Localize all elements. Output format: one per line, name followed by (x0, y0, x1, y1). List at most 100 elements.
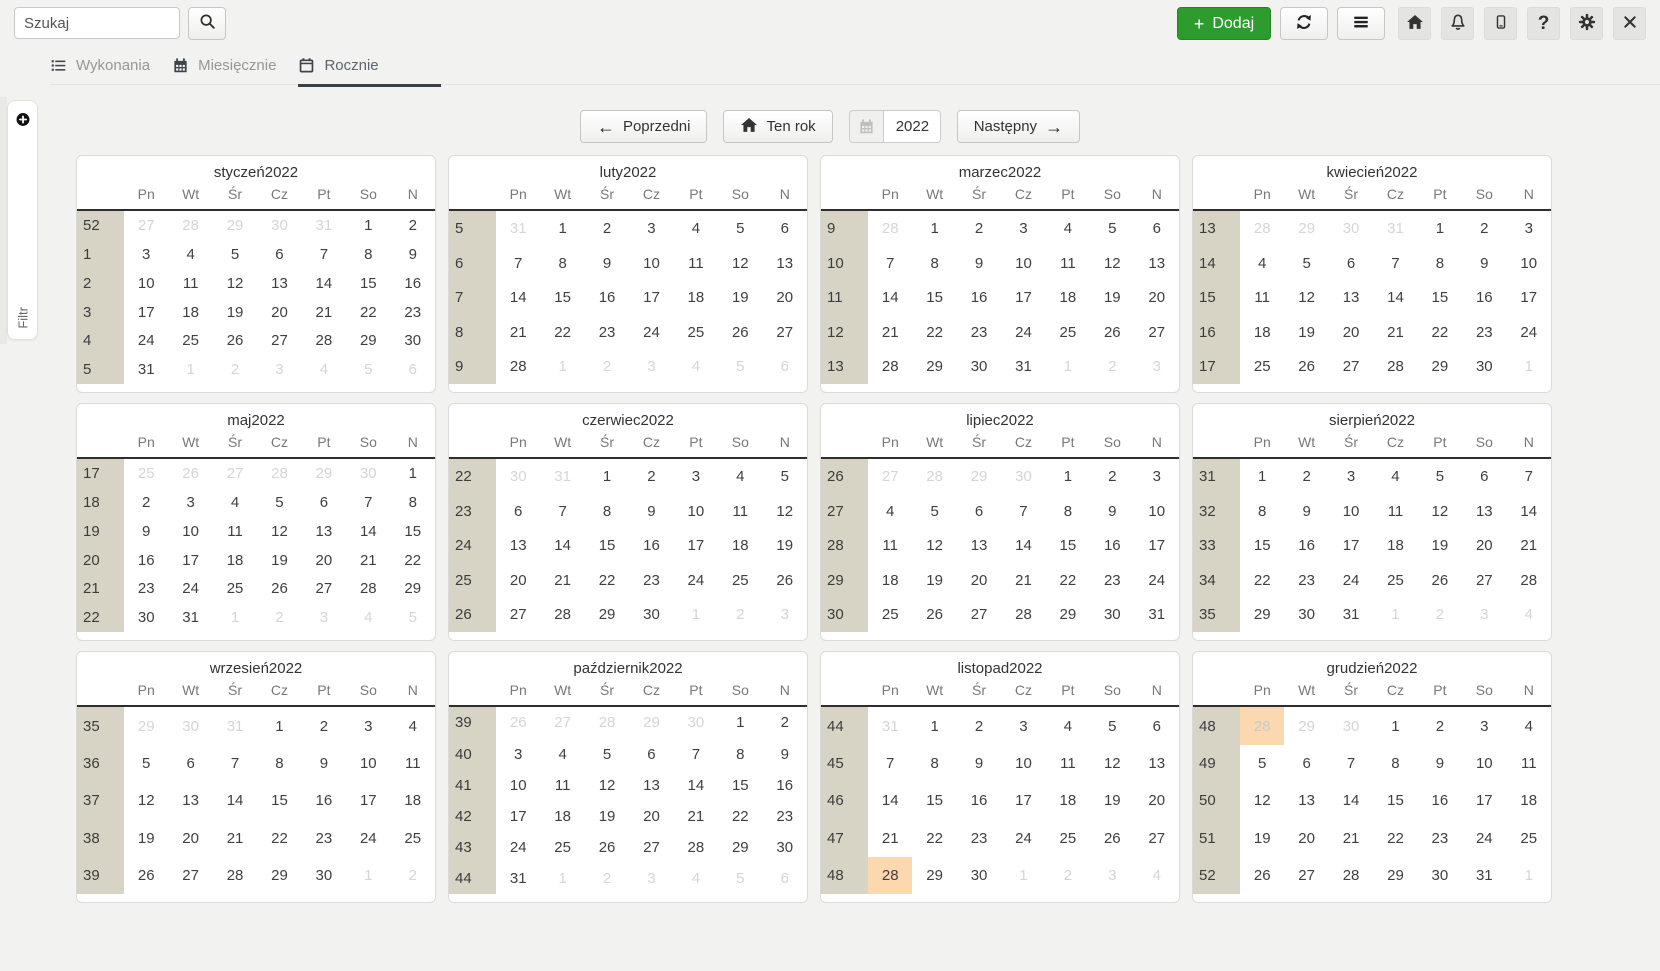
day-cell[interactable]: 14 (540, 529, 584, 563)
day-cell[interactable]: 20 (1284, 820, 1328, 857)
day-cell[interactable]: 28 (868, 350, 912, 384)
day-cell[interactable]: 19 (912, 563, 956, 597)
day-cell[interactable]: 31 (496, 210, 540, 246)
day-cell[interactable]: 18 (1507, 782, 1551, 819)
day-cell[interactable]: 14 (1001, 529, 1045, 563)
day-cell[interactable]: 5 (213, 240, 257, 269)
day-cell[interactable]: 19 (1284, 315, 1328, 349)
day-cell[interactable]: 6 (257, 240, 301, 269)
day-cell[interactable]: 24 (1001, 315, 1045, 349)
day-cell[interactable]: 1 (1046, 350, 1090, 384)
day-cell[interactable]: 30 (1090, 598, 1134, 632)
day-cell[interactable]: 2 (629, 458, 673, 494)
day-cell[interactable]: 20 (1462, 529, 1506, 563)
day-cell[interactable]: 6 (1135, 706, 1179, 745)
day-cell[interactable]: 29 (1284, 706, 1328, 745)
day-cell[interactable]: 24 (1462, 820, 1506, 857)
day-cell[interactable]: 30 (957, 857, 1001, 894)
day-cell[interactable]: 13 (168, 782, 212, 819)
day-cell[interactable]: 23 (957, 820, 1001, 857)
day-cell[interactable]: 8 (540, 246, 584, 280)
day-cell[interactable]: 16 (1418, 782, 1462, 819)
day-cell[interactable]: 21 (1329, 820, 1373, 857)
search-button[interactable] (188, 7, 226, 40)
day-cell[interactable]: 31 (1373, 210, 1417, 246)
day-cell[interactable]: 29 (391, 574, 435, 603)
day-cell[interactable]: 29 (718, 832, 762, 863)
day-cell[interactable]: 4 (1046, 210, 1090, 246)
day-cell[interactable]: 5 (1090, 210, 1134, 246)
day-cell[interactable]: 24 (1135, 563, 1179, 597)
day-cell[interactable]: 22 (912, 315, 956, 349)
day-cell[interactable]: 1 (1507, 350, 1551, 384)
day-cell[interactable]: 3 (1507, 210, 1551, 246)
day-cell[interactable]: 31 (1135, 598, 1179, 632)
day-cell[interactable]: 10 (124, 269, 168, 298)
day-cell[interactable]: 28 (1329, 857, 1373, 894)
day-cell[interactable]: 2 (763, 706, 807, 739)
day-cell[interactable]: 25 (124, 458, 168, 488)
day-cell[interactable]: 9 (1284, 494, 1328, 528)
help-button[interactable]: ? (1527, 7, 1560, 40)
day-cell[interactable]: 18 (1240, 315, 1284, 349)
day-cell[interactable]: 10 (496, 770, 540, 801)
day-cell[interactable]: 30 (257, 210, 301, 240)
day-cell[interactable]: 7 (540, 494, 584, 528)
day-cell[interactable]: 4 (1507, 598, 1551, 632)
day-cell[interactable]: 3 (629, 210, 673, 246)
day-cell[interactable]: 25 (1507, 820, 1551, 857)
day-cell[interactable]: 1 (1001, 857, 1045, 894)
day-cell[interactable]: 2 (585, 863, 629, 894)
day-cell[interactable]: 10 (1507, 246, 1551, 280)
day-cell[interactable]: 2 (1284, 458, 1328, 494)
day-cell[interactable]: 4 (868, 494, 912, 528)
day-cell[interactable]: 19 (1240, 820, 1284, 857)
day-cell[interactable]: 3 (1001, 706, 1045, 745)
day-cell[interactable]: 24 (1001, 820, 1045, 857)
day-cell[interactable]: 2 (585, 350, 629, 384)
day-cell[interactable]: 23 (629, 563, 673, 597)
day-cell[interactable]: 2 (1090, 458, 1134, 494)
day-cell[interactable]: 15 (912, 782, 956, 819)
day-cell[interactable]: 15 (346, 269, 390, 298)
day-cell[interactable]: 7 (674, 739, 718, 770)
day-cell[interactable]: 16 (585, 281, 629, 315)
day-cell[interactable]: 22 (1418, 315, 1462, 349)
day-cell[interactable]: 22 (346, 298, 390, 327)
day-cell[interactable]: 30 (1001, 458, 1045, 494)
day-cell[interactable]: 26 (1240, 857, 1284, 894)
day-cell[interactable]: 6 (763, 350, 807, 384)
day-cell[interactable]: 30 (168, 706, 212, 745)
day-cell[interactable]: 27 (496, 598, 540, 632)
day-cell[interactable]: 6 (302, 488, 346, 517)
day-cell[interactable]: 4 (1240, 246, 1284, 280)
previous-year-button[interactable]: ← Poprzedni (580, 110, 708, 143)
day-cell[interactable]: 17 (168, 546, 212, 575)
day-cell[interactable]: 3 (257, 355, 301, 384)
mobile-button[interactable] (1484, 7, 1517, 40)
day-cell[interactable]: 28 (257, 458, 301, 488)
day-cell[interactable]: 1 (1046, 458, 1090, 494)
day-cell[interactable]: 10 (1001, 745, 1045, 782)
day-cell[interactable]: 31 (868, 706, 912, 745)
day-cell[interactable]: 19 (1090, 782, 1134, 819)
day-cell[interactable]: 28 (912, 458, 956, 494)
day-cell[interactable]: 7 (1373, 246, 1417, 280)
day-cell[interactable]: 9 (302, 745, 346, 782)
day-cell[interactable]: 29 (1418, 350, 1462, 384)
day-cell[interactable]: 21 (302, 298, 346, 327)
day-cell[interactable]: 17 (1135, 529, 1179, 563)
day-cell[interactable]: 29 (629, 706, 673, 739)
day-cell[interactable]: 30 (1329, 210, 1373, 246)
day-cell[interactable]: 14 (674, 770, 718, 801)
day-cell[interactable]: 8 (1046, 494, 1090, 528)
day-cell[interactable]: 4 (302, 355, 346, 384)
day-cell[interactable]: 21 (540, 563, 584, 597)
day-cell[interactable]: 16 (391, 269, 435, 298)
day-cell[interactable]: 30 (346, 458, 390, 488)
day-cell[interactable]: 15 (912, 281, 956, 315)
day-cell[interactable]: 10 (1329, 494, 1373, 528)
day-cell[interactable]: 23 (1418, 820, 1462, 857)
day-cell[interactable]: 1 (1507, 857, 1551, 894)
day-cell[interactable]: 2 (1090, 350, 1134, 384)
